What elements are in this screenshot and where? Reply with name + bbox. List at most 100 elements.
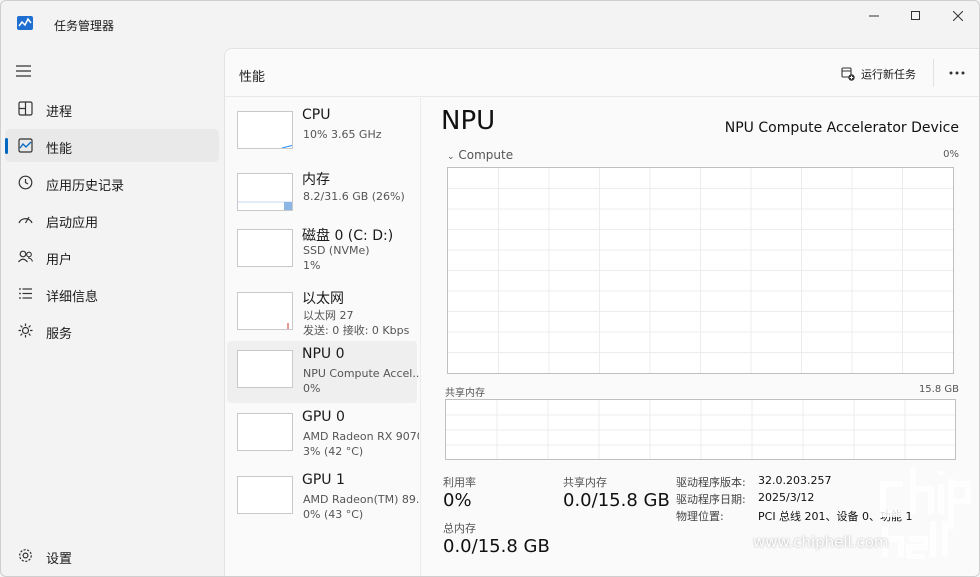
sidebar-item-label: 性能 bbox=[46, 142, 73, 157]
hamburger-menu-icon[interactable] bbox=[15, 63, 33, 79]
device-full-name: NPU Compute Accelerator Device bbox=[724, 120, 959, 136]
total-memory-value: 0.0/15.8 GB bbox=[443, 536, 550, 557]
driver-date-label: 驱动程序日期: bbox=[676, 493, 746, 506]
gpu0-mini-graph bbox=[237, 413, 293, 451]
sidebar-item-performance[interactable]: 性能 bbox=[5, 129, 219, 162]
startup-gauge-icon bbox=[18, 216, 33, 224]
npu-mini-graph bbox=[237, 350, 293, 388]
chevron-down-icon: ⌄ bbox=[447, 152, 455, 162]
compute-dropdown[interactable]: ⌄ Compute bbox=[447, 148, 513, 162]
driver-version-label: 驱动程序版本: bbox=[676, 476, 746, 489]
device-name: CPU bbox=[302, 107, 331, 123]
cpu-mini-graph bbox=[237, 111, 293, 149]
compute-graph bbox=[447, 167, 954, 374]
device-detail: 0% bbox=[303, 382, 321, 395]
device-subtitle: SSD (NVMe) bbox=[303, 244, 370, 257]
device-list: CPU 10% 3.65 GHz 内存 8.2/31.6 GB (26%) 磁盘… bbox=[225, 98, 421, 576]
device-name: GPU 1 bbox=[302, 472, 345, 488]
users-icon bbox=[18, 250, 34, 263]
ethernet-mini-graph bbox=[237, 292, 293, 330]
page-title: 性能 bbox=[239, 70, 266, 85]
device-item-disk[interactable]: 磁盘 0 (C: D:) SSD (NVMe) 1% bbox=[227, 220, 417, 282]
utilization-label: 利用率 bbox=[443, 476, 476, 489]
close-icon bbox=[953, 11, 963, 21]
device-subtitle: 以太网 27 bbox=[303, 309, 354, 322]
minimize-button[interactable] bbox=[859, 7, 889, 25]
content-header: 性能 运行新任务 bbox=[225, 49, 979, 97]
physical-location-value: PCI 总线 201、设备 0、功能 1 bbox=[758, 510, 913, 523]
sidebar-item-app-history[interactable]: 应用历史记录 bbox=[5, 166, 219, 199]
compute-percent: 0% bbox=[943, 149, 959, 160]
sidebar-item-label: 启动应用 bbox=[46, 216, 99, 231]
compute-label: Compute bbox=[458, 148, 514, 162]
physical-location-label: 物理位置: bbox=[676, 510, 724, 523]
sidebar-item-processes[interactable]: 进程 bbox=[5, 92, 219, 125]
run-new-task-button[interactable]: 运行新任务 bbox=[841, 65, 916, 83]
device-item-cpu[interactable]: CPU 10% 3.65 GHz bbox=[227, 102, 417, 164]
sidebar-item-services[interactable]: 服务 bbox=[5, 314, 219, 347]
active-indicator bbox=[5, 138, 8, 154]
device-title: NPU bbox=[441, 106, 496, 136]
shared-memory-value: 0.0/15.8 GB bbox=[563, 490, 670, 511]
compute-grid bbox=[448, 168, 953, 373]
settings-gear-icon bbox=[19, 549, 32, 562]
disk-mini-graph bbox=[237, 229, 293, 267]
gpu1-mini-graph bbox=[237, 476, 293, 514]
device-name: NPU 0 bbox=[302, 346, 345, 362]
driver-date-value: 2025/3/12 bbox=[758, 491, 815, 504]
history-clock-icon bbox=[18, 175, 33, 190]
device-name: 内存 bbox=[302, 172, 330, 188]
device-item-memory[interactable]: 内存 8.2/31.6 GB (26%) bbox=[227, 164, 417, 226]
npu-detail-pane: NPU NPU Compute Accelerator Device ⌄ Com… bbox=[441, 98, 979, 576]
task-manager-window: 任务管理器 进程 性能 应用历史记录 启动应用 用户 详细信息 服务 设置 性能… bbox=[0, 0, 980, 577]
run-new-task-label: 运行新任务 bbox=[861, 68, 916, 81]
sidebar-item-startup-apps[interactable]: 启动应用 bbox=[5, 203, 219, 236]
details-list-icon bbox=[19, 288, 32, 299]
device-subtitle: AMD Radeon RX 9070 bbox=[303, 430, 419, 443]
sidebar-item-label: 详细信息 bbox=[46, 290, 99, 305]
device-item-gpu1[interactable]: GPU 1 AMD Radeon(TM) 89... 0% (43 °C) bbox=[227, 467, 419, 529]
task-manager-app-icon bbox=[17, 16, 33, 30]
device-subtitle: 8.2/31.6 GB (26%) bbox=[303, 190, 405, 203]
title-bar[interactable]: 任务管理器 bbox=[1, 1, 979, 47]
run-new-task-icon bbox=[841, 67, 855, 81]
maximize-button[interactable] bbox=[901, 7, 931, 25]
utilization-value: 0% bbox=[443, 490, 472, 511]
sidebar-item-users[interactable]: 用户 bbox=[5, 240, 219, 273]
app-title: 任务管理器 bbox=[54, 19, 115, 33]
device-name: 以太网 bbox=[302, 291, 344, 307]
device-name: GPU 0 bbox=[302, 409, 345, 425]
performance-panel: 性能 运行新任务 CPU 10% 3.65 GHz 内存 8.2/31.6 GB… bbox=[224, 48, 979, 576]
device-subtitle: 10% 3.65 GHz bbox=[303, 128, 382, 141]
shared-memory-graph-label: 共享内存 bbox=[445, 388, 485, 399]
services-puzzle-icon bbox=[18, 323, 33, 338]
process-grid-icon bbox=[18, 101, 33, 116]
shared-memory-graph bbox=[445, 399, 956, 460]
device-subtitle: NPU Compute Accel... bbox=[303, 367, 419, 380]
driver-version-value: 32.0.203.257 bbox=[758, 474, 832, 487]
performance-graph-icon bbox=[18, 138, 33, 153]
device-item-ethernet[interactable]: 以太网 以太网 27 发送: 0 接收: 0 Kbps bbox=[227, 283, 417, 345]
sidebar-item-label: 应用历史记录 bbox=[46, 179, 125, 194]
more-options-icon[interactable] bbox=[947, 63, 967, 83]
minimize-icon bbox=[869, 15, 879, 17]
sidebar-item-settings[interactable]: 设置 bbox=[5, 539, 219, 572]
shared-memory-label: 共享内存 bbox=[563, 476, 607, 489]
sidebar-item-label: 用户 bbox=[46, 253, 73, 268]
device-item-npu[interactable]: NPU 0 NPU Compute Accel... 0% bbox=[227, 341, 419, 403]
sidebar-item-label: 服务 bbox=[46, 327, 73, 342]
device-item-gpu0[interactable]: GPU 0 AMD Radeon RX 9070 3% (42 °C) bbox=[227, 404, 419, 466]
device-detail: 0% (43 °C) bbox=[303, 508, 364, 521]
device-subtitle: AMD Radeon(TM) 89... bbox=[303, 493, 419, 506]
device-detail: 1% bbox=[303, 259, 321, 272]
shared-memory-max: 15.8 GB bbox=[918, 384, 959, 395]
sidebar-item-label: 设置 bbox=[46, 552, 73, 567]
maximize-icon bbox=[911, 11, 920, 20]
header-divider bbox=[933, 59, 934, 87]
sidebar-item-details[interactable]: 详细信息 bbox=[5, 277, 219, 310]
close-button[interactable] bbox=[943, 7, 973, 25]
device-name: 磁盘 0 (C: D:) bbox=[302, 228, 394, 244]
shared-memory-grid bbox=[446, 400, 955, 459]
device-detail: 3% (42 °C) bbox=[303, 445, 364, 458]
total-memory-label: 总内存 bbox=[443, 522, 476, 535]
